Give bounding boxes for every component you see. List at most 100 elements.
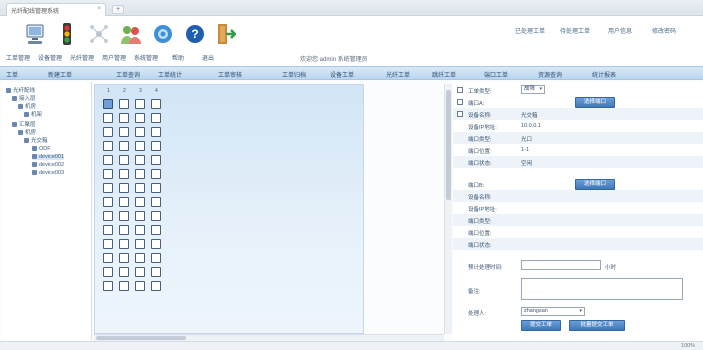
menu-item[interactable]: 资源查询 [538, 70, 562, 79]
duration-input[interactable] [521, 260, 601, 270]
submit-button[interactable]: 提交工单 [521, 320, 561, 331]
top-link-user-info[interactable]: 用户信息 [608, 26, 632, 35]
computer-icon[interactable] [24, 22, 46, 46]
port-cell[interactable] [103, 197, 113, 207]
help-icon[interactable]: ? [184, 22, 206, 46]
port-cell[interactable] [151, 183, 161, 193]
port-cell[interactable] [135, 127, 145, 137]
tree-node[interactable]: 机房 [18, 130, 36, 136]
port-cell[interactable] [135, 183, 145, 193]
browser-tab[interactable]: 光纤配线管理系统 × [6, 3, 106, 16]
tree-node[interactable]: 汇聚层 [12, 122, 36, 128]
port-cell[interactable] [103, 253, 113, 263]
menu-item[interactable]: 端口工单 [484, 70, 508, 79]
toolbar-label[interactable]: 用户管理 [102, 53, 126, 62]
checkbox[interactable] [457, 111, 463, 117]
port-cell[interactable] [103, 225, 113, 235]
checkbox[interactable] [457, 87, 463, 93]
port-cell[interactable] [103, 183, 113, 193]
port-cell[interactable] [151, 239, 161, 249]
tree-node-selected[interactable]: device001 [32, 154, 65, 160]
batch-submit-button[interactable]: 批量提交工单 [569, 320, 625, 331]
tree-node[interactable]: 光纤配线 [6, 88, 35, 94]
port-cell[interactable] [135, 225, 145, 235]
port-cell[interactable] [151, 169, 161, 179]
port-cell[interactable] [135, 197, 145, 207]
tree-node[interactable]: 接入层 [12, 96, 36, 102]
toolbar-label[interactable]: 系统管理 [134, 53, 158, 62]
menu-item[interactable]: 统计报表 [592, 70, 616, 79]
port-cell[interactable] [103, 281, 113, 291]
top-link-processed[interactable]: 已处理工单 [515, 26, 545, 35]
users-icon[interactable] [120, 22, 142, 46]
handler-select[interactable]: zhangsan ▾ [521, 307, 585, 316]
port-cell[interactable] [119, 281, 129, 291]
scroll-thumb[interactable] [446, 90, 451, 200]
port-cell[interactable] [119, 225, 129, 235]
port-cell[interactable] [103, 211, 113, 221]
new-tab-button[interactable]: + [112, 5, 124, 14]
tree-node[interactable]: 机房 [18, 104, 36, 110]
select-port-b-button[interactable]: 选择端口 [575, 179, 615, 190]
toolbar-label[interactable]: 帮助 [172, 53, 184, 62]
work-type-select[interactable]: 故障 ▾ [521, 85, 545, 94]
port-cell[interactable] [135, 211, 145, 221]
select-port-a-button[interactable]: 选择端口 [575, 97, 615, 108]
port-cell[interactable] [135, 141, 145, 151]
toolbar-label[interactable]: 工单管理 [6, 53, 30, 62]
vertical-scrollbar[interactable] [444, 84, 452, 334]
port-cell[interactable] [135, 99, 145, 109]
tree-node[interactable]: 机架 [24, 112, 42, 118]
port-cell[interactable] [119, 141, 129, 151]
menu-item[interactable]: 跳纤工单 [432, 70, 456, 79]
top-link-change-password[interactable]: 修改密码 [652, 26, 676, 35]
port-cell[interactable] [151, 253, 161, 263]
port-cell[interactable] [103, 99, 113, 109]
port-cell[interactable] [119, 127, 129, 137]
toolbar-label[interactable]: 退出 [202, 53, 214, 62]
port-cell[interactable] [135, 267, 145, 277]
remark-textarea[interactable] [521, 278, 683, 300]
menu-item[interactable]: 光纤工单 [386, 70, 410, 79]
port-cell[interactable] [151, 197, 161, 207]
port-cell[interactable] [119, 239, 129, 249]
port-cell[interactable] [151, 211, 161, 221]
tree-node[interactable]: 光交箱 [24, 138, 48, 144]
port-cell[interactable] [151, 155, 161, 165]
scroll-thumb[interactable] [96, 336, 186, 340]
port-cell[interactable] [151, 127, 161, 137]
port-cell[interactable] [119, 183, 129, 193]
settings-icon[interactable] [152, 22, 174, 46]
menu-item[interactable]: 新建工单 [48, 70, 72, 79]
port-cell[interactable] [103, 169, 113, 179]
port-cell[interactable] [119, 169, 129, 179]
network-icon[interactable] [88, 22, 110, 46]
port-cell[interactable] [151, 99, 161, 109]
port-cell[interactable] [119, 113, 129, 123]
menu-item[interactable]: 工单查询 [116, 70, 140, 79]
port-cell[interactable] [103, 267, 113, 277]
port-cell[interactable] [135, 281, 145, 291]
tab-close-icon[interactable]: × [97, 6, 101, 12]
exit-icon[interactable] [214, 22, 236, 46]
port-cell[interactable] [103, 239, 113, 249]
port-cell[interactable] [119, 197, 129, 207]
port-cell[interactable] [151, 281, 161, 291]
port-cell[interactable] [119, 211, 129, 221]
port-cell[interactable] [103, 141, 113, 151]
traffic-light-icon[interactable] [56, 22, 78, 46]
port-cell[interactable] [119, 155, 129, 165]
port-cell[interactable] [119, 253, 129, 263]
checkbox[interactable] [457, 99, 463, 105]
toolbar-label[interactable]: 设备管理 [38, 53, 62, 62]
menu-item[interactable]: 工单归档 [282, 70, 306, 79]
port-cell[interactable] [151, 267, 161, 277]
port-cell[interactable] [103, 155, 113, 165]
tree-node[interactable]: ODF [32, 146, 51, 152]
port-cell[interactable] [135, 253, 145, 263]
port-cell[interactable] [103, 113, 113, 123]
port-cell[interactable] [119, 99, 129, 109]
menu-item[interactable]: 设备工单 [330, 70, 354, 79]
port-cell[interactable] [151, 141, 161, 151]
port-cell[interactable] [135, 113, 145, 123]
